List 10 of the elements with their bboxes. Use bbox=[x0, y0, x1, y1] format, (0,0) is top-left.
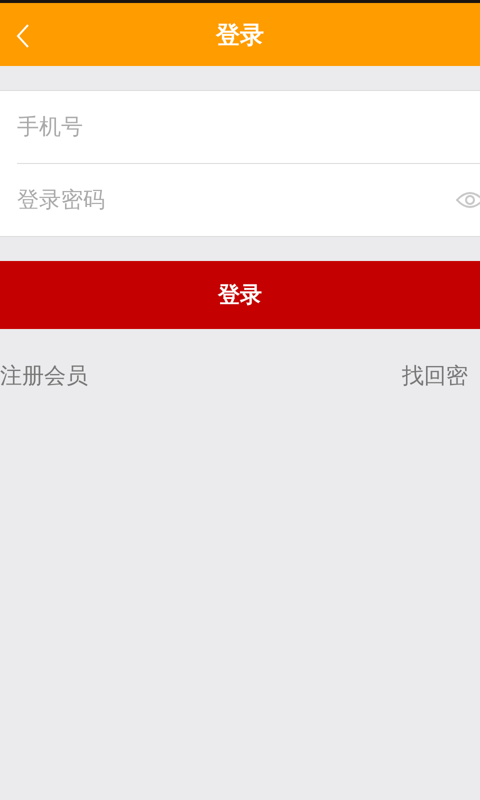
back-icon[interactable] bbox=[16, 24, 30, 48]
password-field[interactable]: 登录密码 bbox=[0, 163, 480, 236]
login-button[interactable]: 登录 bbox=[0, 261, 480, 329]
eye-icon[interactable] bbox=[456, 191, 480, 209]
password-input[interactable]: 登录密码 bbox=[17, 180, 456, 220]
phone-field[interactable]: 手机号 bbox=[0, 91, 480, 163]
page-title: 登录 bbox=[216, 20, 264, 50]
register-link[interactable]: 注册会员 bbox=[0, 361, 88, 391]
forgot-password-link[interactable]: 找回密 bbox=[402, 361, 468, 391]
phone-input[interactable]: 手机号 bbox=[17, 107, 480, 147]
